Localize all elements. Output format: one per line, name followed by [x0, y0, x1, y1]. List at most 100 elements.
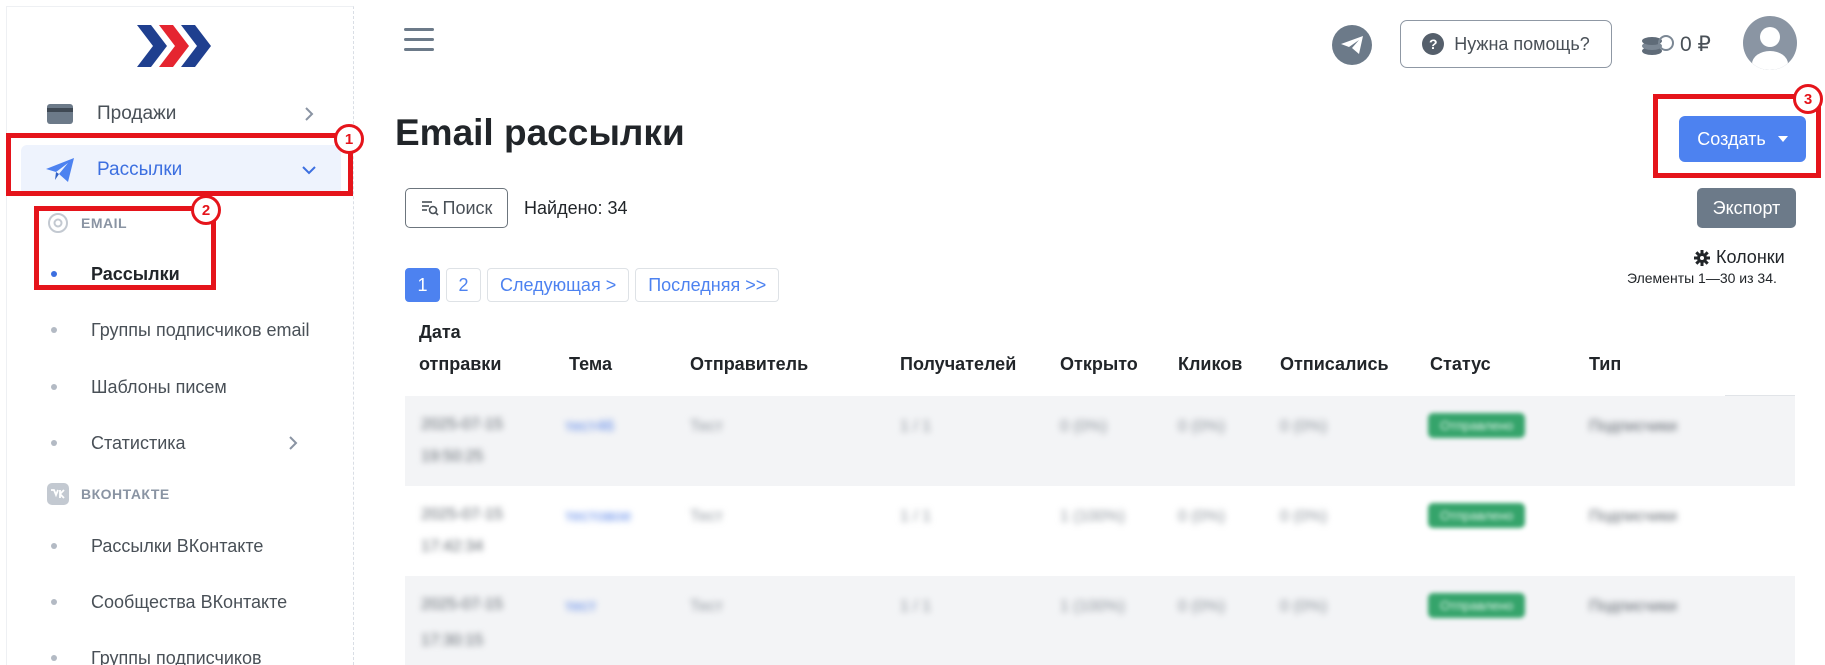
cell-clicks: 0 (0%) [1178, 508, 1226, 525]
cell-subject-link[interactable]: тест46 [565, 418, 614, 436]
bullet-icon [51, 655, 57, 661]
bullet-icon [51, 599, 57, 605]
th-subject[interactable]: Тема [569, 348, 612, 380]
th-date-line2[interactable]: отправки [419, 348, 501, 380]
cell-clicks: 0 (0%) [1178, 598, 1226, 615]
chevron-right-icon [289, 436, 298, 450]
sidebar: Продажи Рассылки EMAIL Рассылки Группы п… [6, 6, 354, 665]
cell-recipients: 1 / 1 [900, 418, 932, 435]
last-page-button[interactable]: Последняя >> [635, 268, 780, 302]
cell-sender: Тест [690, 508, 724, 525]
th-clicks[interactable]: Кликов [1178, 348, 1242, 380]
help-label: Нужна помощь? [1454, 33, 1590, 54]
export-button[interactable]: Экспорт [1697, 188, 1796, 228]
sidebar-subitem-label: Группы подписчиков [91, 647, 262, 665]
elements-info: Элементы 1—30 из 34. [1627, 270, 1777, 286]
hamburger-menu-icon[interactable] [404, 28, 434, 54]
sidebar-item-label: Продажи [97, 103, 177, 124]
annotation-box-2 [34, 206, 216, 290]
filter-search-icon [421, 201, 439, 216]
bullet-icon [51, 440, 57, 446]
cell-unsubscribed: 0 (0%) [1280, 508, 1328, 525]
th-unsubscribed[interactable]: Отписались [1280, 348, 1389, 380]
search-label: Поиск [442, 197, 493, 218]
th-status[interactable]: Статус [1430, 348, 1491, 380]
table-row: 2025-07-15 17:42:34 тестовое Тест 1 / 1 … [405, 486, 1795, 576]
sidebar-subitem-label: Рассылки ВКонтакте [91, 535, 264, 556]
page-title: Email рассылки [395, 112, 685, 153]
sidebar-subitem-label: Шаблоны писем [91, 376, 227, 397]
cell-date: 2025-07-15 [421, 596, 503, 613]
search-button[interactable]: Поиск [405, 188, 508, 228]
columns-button[interactable]: Колонки [1694, 247, 1785, 268]
balance-value: 0 ₽ [1680, 32, 1711, 56]
sidebar-item-sales[interactable]: Продажи [21, 89, 341, 139]
annotation-number-2: 2 [191, 195, 221, 225]
cell-opened: 1 (100%) [1060, 598, 1125, 615]
sidebar-subitem-email-groups[interactable]: Группы подписчиков email [51, 315, 341, 345]
th-sender[interactable]: Отправитель [690, 348, 808, 380]
question-icon: ? [1422, 33, 1445, 55]
user-icon [1752, 27, 1788, 70]
columns-label: Колонки [1716, 247, 1785, 267]
sidebar-subitem-statistics[interactable]: Статистика [51, 428, 341, 458]
telegram-icon[interactable] [1332, 25, 1372, 65]
cell-time: 17:30:15 [421, 632, 484, 649]
cell-recipients: 1 / 1 [900, 598, 932, 615]
help-button[interactable]: ? Нужна помощь? [1400, 20, 1612, 68]
sidebar-subitem-vk-communities[interactable]: Сообщества ВКонтакте [51, 587, 341, 617]
sidebar-subitem-label: Группы подписчиков email [91, 319, 310, 340]
next-page-button[interactable]: Следующая > [487, 268, 630, 302]
annotation-box-1 [6, 133, 353, 196]
cell-type: Подписчики [1589, 508, 1678, 525]
sidebar-subitem-vk-groups[interactable]: Группы подписчиков [51, 643, 341, 665]
annotation-number-3: 3 [1793, 84, 1823, 114]
chevron-right-icon [305, 107, 314, 121]
status-badge: Отправлено [1428, 413, 1526, 438]
cell-type: Подписчики [1589, 598, 1678, 615]
bullet-icon [51, 384, 57, 390]
sidebar-subitem-label: Сообщества ВКонтакте [91, 591, 288, 612]
cell-sender: Тест [690, 598, 724, 615]
cell-time: 17:42:34 [421, 538, 484, 555]
balance[interactable]: 0 ₽ [1640, 28, 1711, 60]
cell-date: 2025-07-15 [421, 506, 503, 523]
th-opened[interactable]: Открыто [1060, 348, 1138, 380]
cell-sender: Тест [690, 418, 724, 435]
vk-icon [47, 483, 69, 505]
coins-icon [1642, 35, 1674, 55]
gear-icon [1694, 249, 1710, 266]
cell-subject-link[interactable]: тестовое [565, 508, 631, 526]
sidebar-subitem-label: Статистика [91, 432, 186, 453]
cell-unsubscribed: 0 (0%) [1280, 598, 1328, 615]
sidebar-subitem-templates[interactable]: Шаблоны писем [51, 372, 341, 402]
avatar[interactable] [1743, 16, 1797, 70]
page-2-button[interactable]: 2 [446, 268, 481, 302]
cell-opened: 0 (0%) [1060, 418, 1108, 435]
status-badge: Отправлено [1428, 503, 1526, 528]
cell-subject-link[interactable]: тест [565, 598, 596, 616]
cell-recipients: 1 / 1 [900, 508, 932, 525]
th-recipients[interactable]: Получателей [900, 348, 1016, 380]
found-count: Найдено: 34 [524, 198, 628, 218]
section-title: ВКОНТАКТЕ [81, 486, 170, 502]
pagination: 1 2 Следующая > Последняя >> [405, 268, 780, 302]
cell-opened: 1 (100%) [1060, 508, 1125, 525]
th-date-line1[interactable]: Дата [419, 316, 461, 348]
cell-clicks: 0 (0%) [1178, 418, 1226, 435]
status-badge: Отправлено [1428, 593, 1526, 618]
page-1-button[interactable]: 1 [405, 268, 440, 302]
th-type[interactable]: Тип [1589, 348, 1621, 380]
logo-icon[interactable] [137, 21, 221, 71]
sidebar-subitem-vk-mailings[interactable]: Рассылки ВКонтакте [51, 531, 341, 561]
cell-time: 19:50:25 [421, 448, 484, 465]
bullet-icon [51, 327, 57, 333]
bullet-icon [51, 543, 57, 549]
cell-type: Подписчики [1589, 418, 1678, 435]
section-vk: ВКОНТАКТЕ [47, 482, 170, 506]
table-row: 2025-07-15 17:30:15 тест Тест 1 / 1 1 (1… [405, 576, 1795, 665]
annotation-number-1: 1 [334, 124, 364, 154]
cell-date: 2025-07-15 [421, 416, 503, 433]
table-row: 2025-07-15 19:50:25 тест46 Тест 1 / 1 0 … [405, 396, 1795, 486]
cell-unsubscribed: 0 (0%) [1280, 418, 1328, 435]
